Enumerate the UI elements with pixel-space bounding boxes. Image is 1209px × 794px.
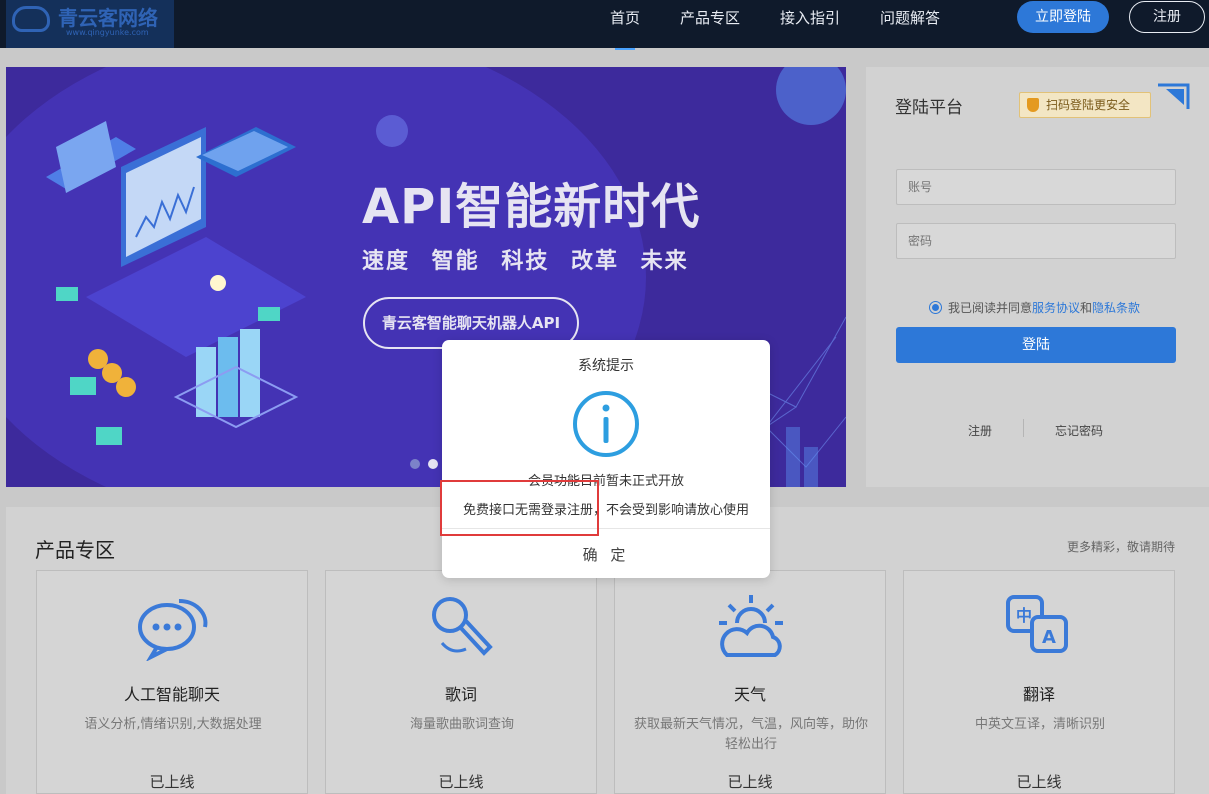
qr-secure-text: 扫码登陆更安全 (1046, 98, 1131, 112)
main-nav: 首页 产品专区 接入指引 问题解答 (590, 0, 960, 50)
product-status: 已上线 (438, 773, 484, 791)
product-card-chat[interactable]: 人工智能聊天 语义分析,情绪识别,大数据处理 已上线 (36, 570, 308, 794)
banner-title: API智能新时代 (362, 179, 701, 235)
product-name: 人工智能聊天 (123, 685, 220, 704)
forgot-password-link[interactable]: 忘记密码 (1055, 422, 1103, 439)
product-desc: 获取最新天气情况，气温，风向等，助你轻松出行 (633, 717, 868, 752)
product-desc: 语义分析,情绪识别,大数据处理 (84, 717, 262, 732)
logo-text: 青云客网络 (58, 6, 158, 30)
login-now-button[interactable]: 立即登陆 (1017, 1, 1109, 33)
service-agreement-link[interactable]: 服务协议 (1032, 299, 1080, 316)
agree-prefix: 我已阅读并同意 (948, 301, 1033, 315)
product-name: 翻译 (1022, 685, 1055, 704)
nav-item-guide[interactable]: 接入指引 (760, 0, 860, 48)
qr-corner-icon[interactable] (1156, 81, 1192, 111)
privacy-link[interactable]: 隐私条款 (1092, 299, 1140, 316)
divider (1023, 419, 1024, 437)
top-navbar: 青云客网络 www.qingyunke.com 首页 产品专区 接入指引 问题解… (0, 0, 1209, 50)
qr-secure-badge[interactable]: 扫码登陆更安全 (1019, 92, 1151, 118)
decor-circle (376, 115, 408, 147)
agreement-row: 我已阅读并同意 服务协议 和 隐私条款 (929, 299, 1140, 316)
carousel-dot[interactable] (410, 459, 420, 469)
weather-icon (719, 595, 783, 657)
product-card-lyrics[interactable]: 歌词 海量歌曲歌词查询 已上线 (325, 570, 597, 794)
product-name: 歌词 (444, 685, 477, 704)
product-status: 已上线 (727, 773, 773, 791)
logo-subtext: www.qingyunke.com (66, 28, 149, 37)
password-input[interactable] (908, 224, 1175, 258)
login-submit-button[interactable]: 登陆 (896, 327, 1176, 363)
banner-subtitle: 速度 智能 科技 改革 未来 (362, 249, 689, 274)
login-title: 登陆平台 (895, 98, 963, 118)
decor-circle (776, 67, 846, 125)
cloud-icon (12, 6, 50, 32)
isometric-illustration (46, 121, 306, 445)
svg-text:A: A (1042, 627, 1056, 648)
site-logo[interactable]: 青云客网络 www.qingyunke.com (6, 0, 174, 48)
products-title: 产品专区 (35, 538, 115, 562)
product-status: 已上线 (149, 773, 195, 791)
product-desc: 海量歌曲歌词查询 (409, 717, 514, 732)
account-field[interactable] (896, 169, 1176, 205)
info-icon (573, 391, 639, 457)
register-button[interactable]: 注册 (1129, 1, 1205, 33)
svg-text:中: 中 (1016, 606, 1032, 625)
register-link[interactable]: 注册 (968, 422, 992, 439)
dialog-ok-button[interactable]: 确 定 (442, 544, 770, 565)
dialog-title: 系统提示 (578, 358, 634, 374)
product-card-translate[interactable]: 中 A 翻译 中英文互译，清晰识别 已上线 (903, 570, 1175, 794)
carousel-dots (410, 459, 438, 469)
product-card-weather[interactable]: 天气 获取最新天气情况，气温，风向等，助你轻松出行 已上线 (614, 570, 886, 794)
translate-icon: 中 A (1006, 595, 1068, 653)
login-panel: 登陆平台 扫码登陆更安全 我已阅读并同意 服务协议 和 隐私条款 登陆 注册 忘… (866, 67, 1209, 487)
red-highlight-box (440, 480, 599, 536)
more-coming-text: 更多精彩，敬请期待 (1067, 540, 1176, 554)
carousel-dot-active[interactable] (428, 459, 438, 469)
password-field[interactable] (896, 223, 1176, 259)
system-alert-dialog: 系统提示 会员功能目前暂未正式开放 免费接口无需登录注册，不会受到影响请放心使用… (442, 340, 770, 578)
agree-radio[interactable] (929, 301, 942, 314)
product-name: 天气 (733, 685, 766, 704)
agree-and: 和 (1080, 301, 1093, 315)
shield-icon (1027, 98, 1039, 112)
nav-item-home[interactable]: 首页 (590, 0, 660, 50)
product-desc: 中英文互译，清晰识别 (974, 717, 1105, 732)
account-input[interactable] (908, 170, 1175, 204)
nav-item-products[interactable]: 产品专区 (660, 0, 760, 48)
nav-item-faq[interactable]: 问题解答 (860, 0, 960, 48)
microphone-icon (432, 597, 493, 656)
chat-icon (138, 598, 208, 661)
product-status: 已上线 (1016, 773, 1062, 791)
